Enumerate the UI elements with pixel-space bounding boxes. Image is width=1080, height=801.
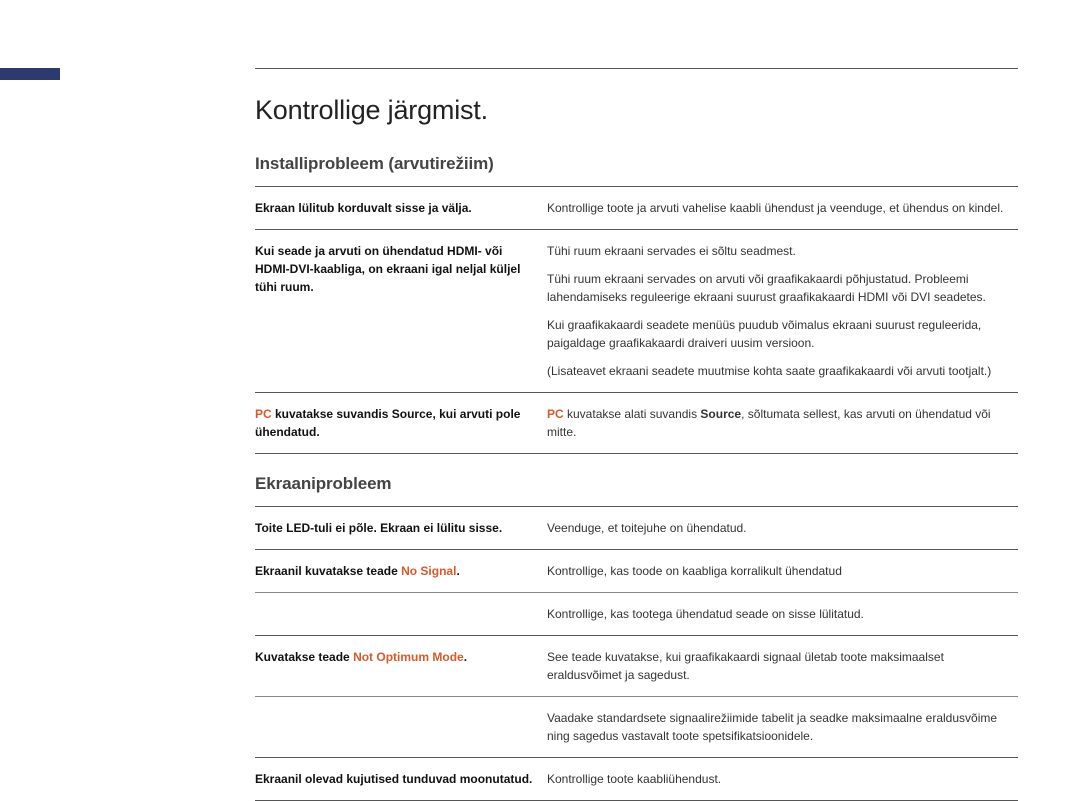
solution-paragraph: Kontrollige toote ja arvuti vahelise kaa… — [547, 199, 1010, 217]
solution-cell: Kontrollige toote ja arvuti vahelise kaa… — [547, 187, 1018, 230]
table-row: Kuvatakse teade Not Optimum Mode.See tea… — [255, 636, 1018, 697]
solution-paragraph: Veenduge, et toitejuhe on ühendatud. — [547, 519, 1010, 537]
solution-cell: Tühi ruum ekraani servades ei sõltu sead… — [547, 230, 1018, 393]
page-content: Kontrollige järgmist. Installiprobleem (… — [255, 95, 1018, 801]
issue-cell: Ekraanil olevad kujutised tunduvad moonu… — [255, 758, 547, 801]
issue-cell: Toite LED-tuli ei põle. Ekraan ei lülitu… — [255, 507, 547, 550]
section-heading: Ekraaniprobleem — [255, 474, 1018, 494]
solution-paragraph: Kontrollige toote kaabliühendust. — [547, 770, 1010, 788]
solution-cell: Vaadake standardsete signaalirežiimide t… — [547, 697, 1018, 758]
page-tab-marker — [0, 68, 60, 80]
solution-paragraph: See teade kuvatakse, kui graafikakaardi … — [547, 648, 1010, 684]
top-rule — [255, 68, 1018, 69]
table-row: Ekraanil olevad kujutised tunduvad moonu… — [255, 758, 1018, 801]
table-row: Ekraanil kuvatakse teade No Signal.Kontr… — [255, 550, 1018, 593]
table-row: PC kuvatakse suvandis Source, kui arvuti… — [255, 393, 1018, 454]
solution-paragraph: (Lisateavet ekraani seadete muutmise koh… — [547, 362, 1010, 380]
solution-paragraph: Tühi ruum ekraani servades on arvuti või… — [547, 270, 1010, 306]
issue-cell: Ekraan lülitub korduvalt sisse ja välja. — [255, 187, 547, 230]
solution-paragraph: Kontrollige, kas toode on kaabliga korra… — [547, 562, 1010, 580]
solution-paragraph: Tühi ruum ekraani servades ei sõltu sead… — [547, 242, 1010, 260]
solution-paragraph: Kontrollige, kas tootega ühendatud seade… — [547, 605, 1010, 623]
solution-paragraph: Kui graafikakaardi seadete menüüs puudub… — [547, 316, 1010, 352]
issue-cell: Ekraanil kuvatakse teade No Signal. — [255, 550, 547, 593]
solution-cell: See teade kuvatakse, kui graafikakaardi … — [547, 636, 1018, 697]
table-row: Toite LED-tuli ei põle. Ekraan ei lülitu… — [255, 507, 1018, 550]
solution-paragraph: Vaadake standardsete signaalirežiimide t… — [547, 709, 1010, 745]
troubleshoot-table: Ekraan lülitub korduvalt sisse ja välja.… — [255, 186, 1018, 454]
solution-cell: Kontrollige toote kaabliühendust. — [547, 758, 1018, 801]
solution-cell: Kontrollige, kas toode on kaabliga korra… — [547, 550, 1018, 593]
issue-cell: Kuvatakse teade Not Optimum Mode. — [255, 636, 547, 697]
issue-cell — [255, 593, 547, 636]
issue-cell: PC kuvatakse suvandis Source, kui arvuti… — [255, 393, 547, 454]
issue-cell: Kui seade ja arvuti on ühendatud HDMI- v… — [255, 230, 547, 393]
page-title: Kontrollige järgmist. — [255, 95, 1018, 126]
table-row: Vaadake standardsete signaalirežiimide t… — [255, 697, 1018, 758]
solution-cell: Veenduge, et toitejuhe on ühendatud. — [547, 507, 1018, 550]
section-heading: Installiprobleem (arvutirežiim) — [255, 154, 1018, 174]
issue-cell — [255, 697, 547, 758]
troubleshoot-table: Toite LED-tuli ei põle. Ekraan ei lülitu… — [255, 506, 1018, 801]
table-row: Kontrollige, kas tootega ühendatud seade… — [255, 593, 1018, 636]
table-row: Kui seade ja arvuti on ühendatud HDMI- v… — [255, 230, 1018, 393]
solution-cell: PC kuvatakse alati suvandis Source, sõlt… — [547, 393, 1018, 454]
solution-cell: Kontrollige, kas tootega ühendatud seade… — [547, 593, 1018, 636]
table-row: Ekraan lülitub korduvalt sisse ja välja.… — [255, 187, 1018, 230]
